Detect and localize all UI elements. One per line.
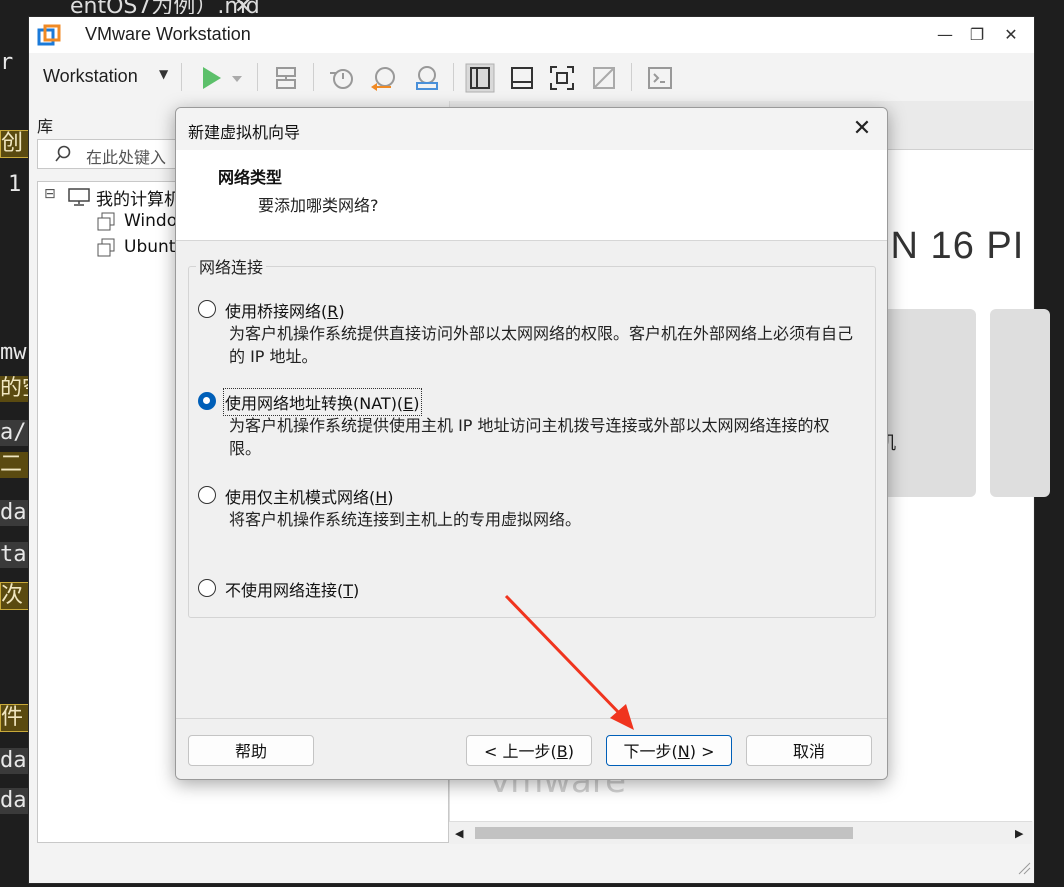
editor-text-fragment: mw	[0, 340, 27, 365]
cancel-button[interactable]: 取消	[746, 735, 872, 766]
radio-nat[interactable]	[198, 392, 216, 410]
home-card[interactable]	[990, 309, 1050, 497]
toolbar: Workstation ▼	[29, 53, 1034, 101]
radio-no-network[interactable]	[198, 579, 216, 597]
play-dropdown-icon[interactable]	[229, 63, 245, 93]
workstation-menu[interactable]: Workstation	[43, 66, 138, 87]
dialog-header: 网络类型 要添加哪类网络?	[176, 150, 887, 241]
tree-expander-icon[interactable]: ⊟	[44, 186, 56, 202]
workstation-menu-caret-icon[interactable]: ▼	[159, 67, 168, 81]
window-title: VMware Workstation	[85, 24, 251, 44]
radio-bridged[interactable]	[198, 300, 216, 318]
help-button[interactable]: 帮助	[188, 735, 314, 766]
library-view-icon[interactable]	[465, 63, 495, 93]
search-icon	[55, 145, 71, 162]
library-search-placeholder: 在此处键入	[86, 148, 167, 167]
option-label[interactable]: 使用仅主机模式网络(H)	[225, 484, 394, 508]
computer-icon	[68, 188, 90, 206]
resize-grip-icon[interactable]	[1015, 859, 1031, 875]
editor-text-fragment: ta	[0, 542, 30, 568]
full-screen-icon[interactable]	[547, 63, 577, 93]
back-button[interactable]: < 上一步(B)	[466, 735, 592, 766]
option-description: 将客户机操作系统连接到主机上的专用虚拟网络。	[229, 510, 582, 529]
tree-item-vm[interactable]: Windo	[124, 211, 177, 231]
editor-text-fragment: r sc	[0, 50, 30, 75]
restore-button[interactable]: ❐	[963, 21, 991, 49]
page-subheading: 要添加哪类网络?	[258, 196, 379, 215]
option-label[interactable]: 使用桥接网络(R)	[225, 298, 345, 322]
editor-text-fragment: da	[0, 748, 30, 774]
dialog-footer: 帮助 < 上一步(B) 下一步(N) > 取消	[176, 718, 887, 779]
editor-text-fragment: da	[0, 788, 30, 814]
dialog-close-button[interactable]: ✕	[847, 114, 877, 144]
snapshot-manager-icon[interactable]	[411, 63, 441, 93]
send-ctrl-alt-del-icon[interactable]	[271, 63, 301, 93]
tree-item-vm[interactable]: Ubunt	[124, 237, 175, 257]
editor-text-fragment: 的空	[0, 376, 30, 402]
group-label: 网络连接	[196, 254, 267, 278]
radio-host-only[interactable]	[198, 486, 216, 504]
tree-item-my-computer[interactable]: 我的计算机	[96, 185, 181, 210]
page-heading: 网络类型	[218, 168, 283, 187]
title-bar: VMware Workstation — ❐ ✕	[29, 17, 1034, 53]
close-window-button[interactable]: ✕	[997, 21, 1025, 49]
vm-icon	[97, 238, 115, 257]
scrollbar-thumb[interactable]	[475, 827, 853, 839]
dialog-title: 新建虚拟机向导	[188, 123, 301, 142]
unity-icon[interactable]	[589, 63, 619, 93]
editor-text-fragment: a/	[0, 420, 30, 446]
option-label[interactable]: 使用网络地址转换(NAT)(E)	[223, 388, 422, 416]
thumbnail-bar-icon[interactable]	[507, 63, 537, 93]
new-vm-wizard-dialog: 新建虚拟机向导 ✕ 网络类型 要添加哪类网络? 网络连接 使用桥接网络(R) 为…	[175, 107, 888, 780]
option-label[interactable]: 不使用网络连接(T)	[225, 577, 359, 601]
snapshot-icon[interactable]	[327, 63, 357, 93]
library-label: 库	[37, 117, 54, 136]
dialog-title-bar: 新建虚拟机向导 ✕	[176, 108, 887, 150]
vm-icon	[97, 212, 115, 231]
next-button[interactable]: 下一步(N) >	[606, 735, 732, 766]
editor-text-fragment: da	[0, 500, 30, 526]
horizontal-scrollbar[interactable]: ◀ ▶	[449, 821, 1032, 844]
play-icon[interactable]	[197, 63, 227, 93]
revert-snapshot-icon[interactable]	[369, 63, 399, 93]
vmware-app-icon	[37, 24, 61, 46]
option-description: 为客户机操作系统提供直接访问外部以太网网络的权限。客户机在外部网络上必须有自己的…	[229, 324, 854, 366]
option-description: 为客户机操作系统提供使用主机 IP 地址访问主机拨号连接或外部以太网网络连接的权…	[229, 416, 830, 458]
minimize-button[interactable]: —	[931, 21, 959, 49]
editor-text-fragment: 二	[0, 452, 30, 478]
console-view-icon[interactable]	[645, 63, 675, 93]
